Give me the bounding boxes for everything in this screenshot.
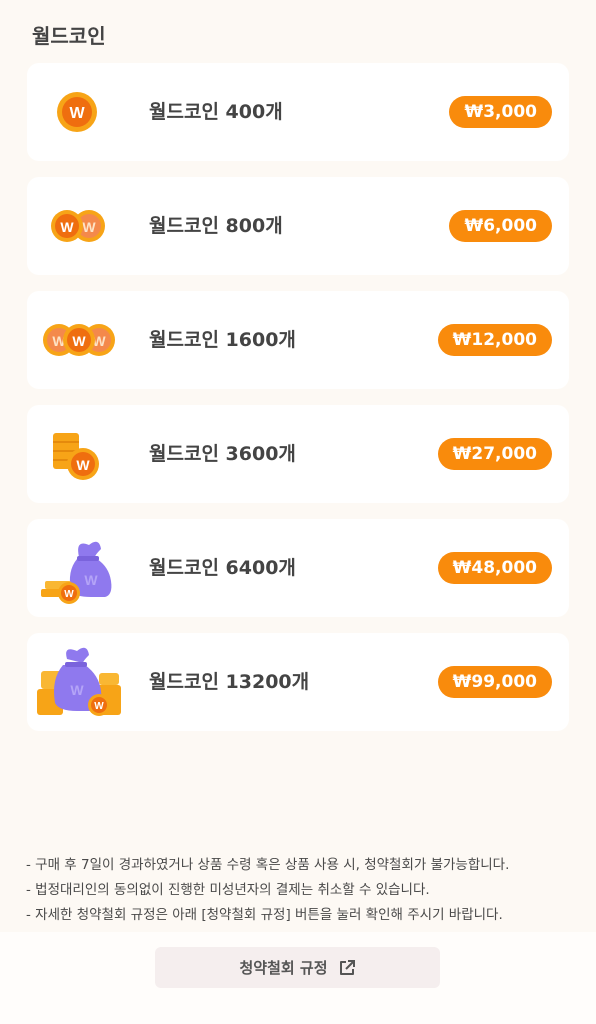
product-card[interactable]: W W 월드코인 13200개 ₩99,000: [27, 633, 569, 731]
product-card[interactable]: W 월드코인 400개 ₩3,000: [27, 63, 569, 161]
bag-letter: W: [84, 572, 98, 588]
three-coins-icon: W W W: [43, 324, 115, 356]
product-card[interactable]: W W W 월드코인 1600개 ₩12,000: [27, 291, 569, 389]
coin-letter: W: [69, 105, 85, 122]
coin-letter: W: [76, 457, 90, 473]
refund-policy-button[interactable]: 청약철회 규정: [155, 947, 440, 988]
notice-line: - 자세한 청약철회 규정은 아래 [청약철회 규정] 버튼을 눌러 확인해 주…: [26, 907, 503, 923]
coin-letter: W: [82, 219, 96, 235]
buy-button[interactable]: ₩3,000: [449, 96, 552, 128]
product-name: 월드코인 6400개: [149, 557, 296, 579]
buy-button[interactable]: ₩6,000: [449, 210, 552, 242]
bag-letter: W: [70, 682, 84, 698]
coin-stack-icon: W: [53, 433, 99, 480]
product-card[interactable]: W W 월드코인 800개 ₩6,000: [27, 177, 569, 275]
buy-button[interactable]: ₩12,000: [437, 324, 552, 356]
notice-line: - 구매 후 7일이 경과하였거나 상품 수령 혹은 상품 사용 시, 청약철회…: [26, 857, 510, 873]
notice-line: - 법정대리인의 동의없이 진행한 미성년자의 결제는 취소할 수 있습니다.: [26, 882, 430, 898]
product-name: 월드코인 400개: [149, 101, 283, 123]
two-coins-icon: W W: [51, 210, 105, 242]
money-bag-icon: W W: [41, 541, 112, 604]
product-name: 월드코인 3600개: [149, 443, 296, 465]
page-title: 월드코인: [32, 24, 106, 48]
coin-letter: W: [94, 701, 104, 712]
product-card[interactable]: W 월드코인 3600개 ₩27,000: [27, 405, 569, 503]
single-coin-icon: W: [57, 92, 97, 132]
product-card[interactable]: W W 월드코인 6400개 ₩48,000: [27, 519, 569, 617]
refund-policy-label: 청약철회 규정: [239, 959, 328, 977]
buy-button[interactable]: ₩99,000: [437, 666, 552, 698]
product-name: 월드코인 1600개: [149, 329, 296, 351]
product-list: W 월드코인 400개 ₩3,000 W W 월드코인 800개 ₩6,000 …: [27, 63, 569, 747]
refund-notice: - 구매 후 7일이 경과하였거나 상품 수령 혹은 상품 사용 시, 청약철회…: [26, 853, 586, 928]
money-bag-pile-icon: W W: [37, 647, 121, 716]
buy-button[interactable]: ₩48,000: [437, 552, 552, 584]
buy-button[interactable]: ₩27,000: [437, 438, 552, 470]
product-name: 월드코인 13200개: [149, 671, 310, 693]
product-name: 월드코인 800개: [149, 215, 283, 237]
coin-letter: W: [60, 219, 74, 235]
coin-letter: W: [64, 589, 74, 600]
coin-letter: W: [72, 333, 86, 349]
external-link-icon: [339, 959, 355, 975]
